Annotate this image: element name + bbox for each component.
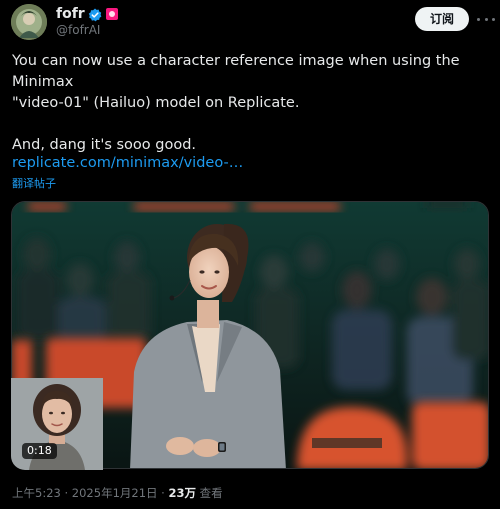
post-date[interactable]: 2025年1月21日 bbox=[72, 486, 158, 500]
tweet-meta: 上午5:23 · 2025年1月21日 · 23万 查看 bbox=[12, 485, 223, 501]
display-name[interactable]: fofr bbox=[56, 5, 85, 23]
author-name-row[interactable]: fofr bbox=[56, 5, 118, 23]
views-label: 查看 bbox=[199, 486, 223, 500]
avatar[interactable] bbox=[11, 4, 47, 40]
affiliate-badge-icon[interactable] bbox=[105, 8, 118, 20]
author-handle[interactable]: @fofrAI bbox=[56, 22, 100, 38]
tweet-header: fofr @fofrAI 订阅 bbox=[0, 0, 500, 48]
more-dots-icon[interactable] bbox=[477, 10, 495, 28]
video-duration-badge: 0:18 bbox=[22, 443, 57, 459]
subscribe-button[interactable]: 订阅 bbox=[415, 7, 469, 31]
meta-separator: · bbox=[64, 486, 69, 500]
tweet-line-2: "video-01" (Hailuo) model on Replicate. bbox=[12, 95, 300, 111]
translate-post-link[interactable]: 翻译帖子 bbox=[12, 176, 56, 192]
tweet-line-1: You can now use a character reference im… bbox=[12, 53, 460, 90]
tweet-link[interactable]: replicate.com/minimax/video-… bbox=[12, 153, 243, 174]
meta-separator-2: · bbox=[161, 486, 165, 500]
views-count[interactable]: 23万 bbox=[168, 486, 196, 500]
post-time[interactable]: 上午5:23 bbox=[12, 486, 61, 500]
verified-badge-icon bbox=[88, 7, 102, 22]
tweet-body: You can now use a character reference im… bbox=[12, 51, 488, 156]
